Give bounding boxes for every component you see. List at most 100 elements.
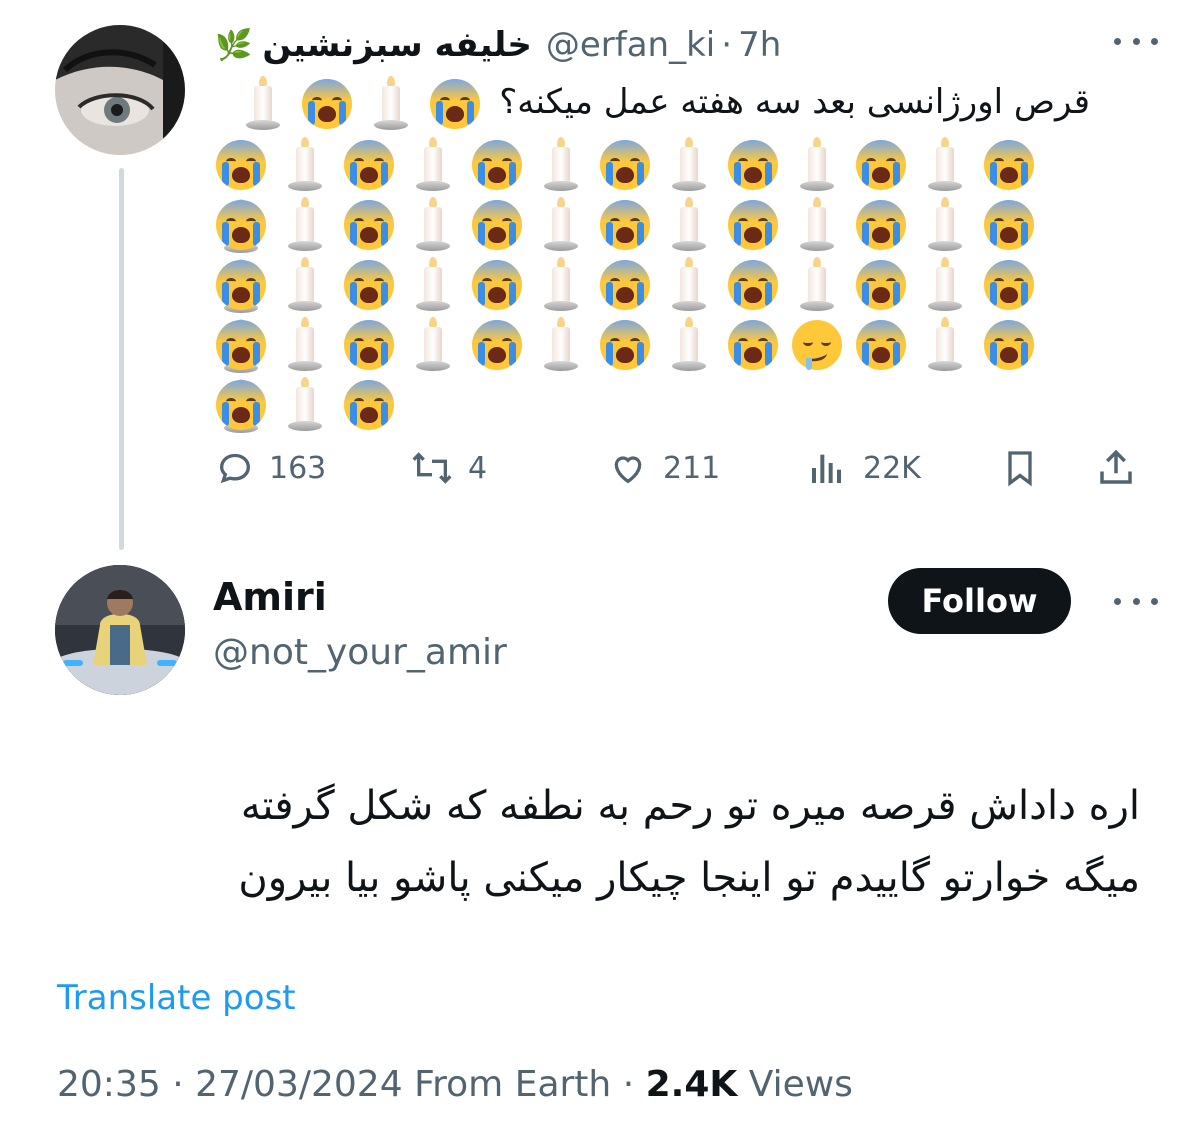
repost-button[interactable]: 4 (410, 440, 487, 496)
post-views-label: Views (748, 1064, 853, 1105)
candle-icon (530, 135, 594, 195)
parent-display-name[interactable]: خلیفه سبزنشین (262, 25, 532, 65)
emoji-row (210, 194, 1090, 313)
candle-icon (658, 135, 722, 195)
like-count: 211 (663, 450, 721, 486)
crying-face-icon (210, 135, 274, 195)
heart-icon (614, 456, 642, 484)
more-options-icon[interactable] (1114, 28, 1158, 54)
crying-face-icon (722, 315, 786, 375)
post-time[interactable]: 20:35 (57, 1064, 161, 1105)
inline-emojis (232, 72, 488, 134)
crying-face-icon (978, 195, 1042, 255)
reply-button[interactable]: 163 (215, 440, 326, 496)
parent-header: 🌿 خلیفه سبزنشین @erfan_ki · 7h (215, 18, 781, 72)
translate-post-link[interactable]: Translate post (57, 978, 296, 1018)
parent-handle[interactable]: @erfan_ki (546, 25, 715, 65)
crying-face-icon (424, 74, 488, 134)
candle-icon (274, 135, 338, 195)
reply-handle[interactable]: @not_your_amir (213, 632, 507, 673)
reply-display-name[interactable]: Amiri (213, 575, 327, 619)
share-button[interactable] (1095, 440, 1151, 496)
avatar-erfan[interactable] (55, 25, 185, 155)
crying-face-icon (594, 195, 658, 255)
post-metadata: 20:35 · 27/03/2024 From Earth · 2.4K Vie… (57, 1064, 853, 1105)
candle-icon (530, 315, 594, 375)
crying-face-icon (210, 375, 274, 435)
avatar-amiri[interactable] (55, 565, 185, 695)
candle-icon (274, 375, 338, 435)
emoji-row (210, 254, 1090, 373)
crying-face-icon (594, 255, 658, 315)
separator-dot: · (622, 1064, 635, 1105)
emoji-row (210, 314, 1090, 433)
crying-face-icon (210, 255, 274, 315)
reply-text-line-1: اره داداش قرصه میره تو رحم به نطفه که شک… (240, 783, 1140, 829)
share-icon (1100, 449, 1132, 484)
emoji-row (210, 134, 1090, 253)
views-button[interactable]: 22K (805, 440, 921, 496)
parent-time[interactable]: 7h (738, 25, 781, 65)
repost-count: 4 (468, 450, 488, 486)
crying-face-icon (338, 135, 402, 195)
crying-face-icon (466, 255, 530, 315)
like-button[interactable]: 211 (607, 440, 720, 496)
candle-icon (786, 135, 850, 195)
candle-icon (402, 255, 466, 315)
crying-face-icon (850, 315, 914, 375)
bookmark-button[interactable] (1000, 440, 1054, 496)
emoji-row (210, 374, 1090, 434)
crying-face-icon (978, 315, 1042, 375)
views-icon (812, 454, 841, 483)
reply-icon (219, 453, 251, 484)
crying-face-icon (594, 135, 658, 195)
candle-icon (402, 195, 466, 255)
reply-tweet-text: اره داداش قرصه میره تو رحم به نطفه که شک… (60, 770, 1140, 914)
leaf-emoji: 🌿 (215, 27, 253, 63)
crying-face-icon (850, 195, 914, 255)
crying-face-icon (466, 135, 530, 195)
candle-icon (658, 195, 722, 255)
crying-face-icon (466, 315, 530, 375)
post-source: From Earth (414, 1064, 612, 1105)
crying-face-icon (722, 255, 786, 315)
tweet-actions: 163 4 211 22K (215, 440, 1145, 496)
candle-icon (786, 195, 850, 255)
crying-face-icon (978, 255, 1042, 315)
candle-icon (274, 315, 338, 375)
crying-face-icon (210, 315, 274, 375)
parent-text: قرص اورژانسی بعد سه هفته عمل میکنه؟ (499, 82, 1090, 122)
candle-icon (914, 195, 978, 255)
crying-face-icon (338, 255, 402, 315)
candle-icon (274, 255, 338, 315)
candle-icon (402, 135, 466, 195)
crying-face-icon (210, 195, 274, 255)
post-date[interactable]: 27/03/2024 (195, 1064, 403, 1105)
candle-icon (786, 255, 850, 315)
parent-tweet-text: قرص اورژانسی بعد سه هفته عمل میکنه؟ (210, 72, 1090, 434)
crying-face-icon (296, 74, 360, 134)
candle-icon (914, 255, 978, 315)
reply-count: 163 (269, 450, 327, 486)
follow-button[interactable]: Follow (888, 568, 1071, 634)
candle-icon (658, 255, 722, 315)
candle-icon (530, 255, 594, 315)
crying-face-icon (978, 135, 1042, 195)
candle-icon (274, 195, 338, 255)
crying-face-icon (850, 135, 914, 195)
crying-face-icon (338, 315, 402, 375)
candle-icon (914, 135, 978, 195)
crying-face-icon (722, 135, 786, 195)
crying-face-icon (850, 255, 914, 315)
separator-dot: · (721, 25, 733, 65)
candle-icon (402, 315, 466, 375)
more-options-icon[interactable] (1114, 588, 1158, 614)
reply-text-line-2: میگه خوارتو گاییدم تو اینجا چیکار میکنی … (238, 855, 1140, 901)
candle-icon (658, 315, 722, 375)
candle-icon (232, 74, 296, 134)
candle-icon (530, 195, 594, 255)
separator-dot: · (172, 1064, 184, 1105)
bookmark-icon (1008, 451, 1032, 487)
crying-face-icon (338, 195, 402, 255)
crying-face-icon (594, 315, 658, 375)
